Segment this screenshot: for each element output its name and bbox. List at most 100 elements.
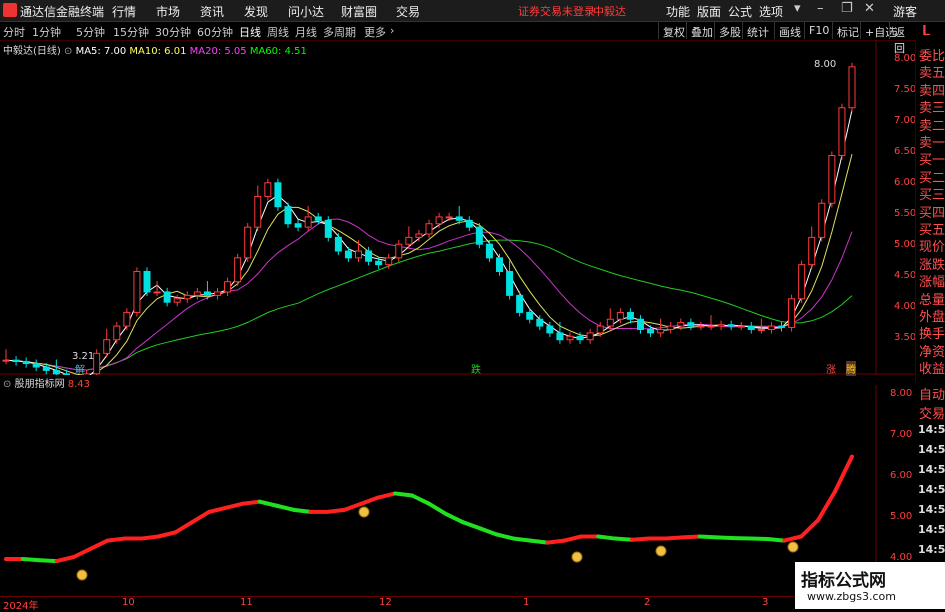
auto-button[interactable]: 自动 bbox=[919, 384, 945, 403]
period-daily[interactable]: 日线 bbox=[239, 24, 261, 40]
quote-item: 现价 bbox=[919, 236, 945, 255]
minimize-icon[interactable]: – bbox=[817, 1, 824, 16]
guest-login[interactable]: 游客 bbox=[893, 3, 917, 20]
menu-hangqing[interactable]: 行情 bbox=[112, 3, 136, 20]
title-stock-name: 中毅达 bbox=[593, 3, 626, 19]
candle-body bbox=[698, 326, 704, 327]
money-bag-icon[interactable] bbox=[572, 552, 582, 562]
tool-back[interactable]: 返回 bbox=[889, 22, 915, 39]
indicator-segment bbox=[158, 532, 175, 536]
candle-body bbox=[789, 299, 795, 328]
menu-gongneng[interactable]: 功能 bbox=[666, 3, 690, 20]
indicator-segment bbox=[327, 510, 344, 512]
marker-zhang[interactable]: 涨 bbox=[826, 361, 836, 376]
money-bag-icon[interactable] bbox=[359, 507, 369, 517]
tool-huaxian[interactable]: 画线 bbox=[774, 22, 805, 39]
indicator-segment bbox=[344, 504, 361, 510]
period-fenshi[interactable]: 分时 bbox=[3, 24, 25, 40]
candle-body bbox=[446, 217, 452, 218]
watermark-title: 指标公式网 bbox=[801, 566, 886, 591]
restore-icon[interactable]: ❐ bbox=[841, 1, 853, 16]
menu-caifuquan[interactable]: 财富圈 bbox=[341, 3, 377, 20]
candle-body bbox=[265, 183, 271, 197]
quote-item: 净资 bbox=[919, 341, 945, 360]
marker-die[interactable]: 跌 bbox=[471, 361, 481, 376]
candle-body bbox=[577, 336, 583, 339]
candle-body bbox=[597, 326, 603, 333]
candle-body bbox=[758, 329, 764, 330]
price-tick: 4.50 bbox=[894, 270, 916, 281]
trade-time: 14:56 bbox=[918, 463, 945, 476]
quote-item: 卖一 bbox=[919, 132, 945, 151]
money-bag-icon[interactable] bbox=[656, 546, 666, 556]
candle-body bbox=[305, 217, 311, 227]
period-30min[interactable]: 30分钟 bbox=[155, 24, 191, 40]
period-more[interactable]: 更多 bbox=[364, 24, 386, 40]
kline-chart[interactable] bbox=[0, 40, 915, 375]
candle-body bbox=[849, 67, 855, 108]
period-multi[interactable]: 多周期 bbox=[323, 24, 356, 40]
indicator-segment bbox=[74, 549, 91, 557]
chevron-right-icon[interactable]: › bbox=[390, 24, 394, 37]
candle-body bbox=[617, 312, 623, 319]
ma60-line bbox=[6, 240, 852, 370]
money-bag-icon[interactable] bbox=[77, 570, 87, 580]
tool-diejia[interactable]: 叠加 bbox=[686, 22, 717, 39]
indicator-segment bbox=[784, 537, 801, 541]
candle-body bbox=[507, 271, 513, 295]
candle-body bbox=[366, 251, 372, 261]
tool-biaoji[interactable]: 标记 bbox=[832, 22, 863, 39]
date-tick: 2024年 bbox=[3, 597, 38, 612]
menu-faxian[interactable]: 发现 bbox=[244, 3, 268, 20]
period-weekly[interactable]: 周线 bbox=[267, 24, 289, 40]
price-tick: 5.00 bbox=[894, 239, 916, 250]
indicator-segment bbox=[463, 522, 480, 528]
candle-body bbox=[718, 325, 724, 326]
candle-body bbox=[638, 319, 644, 329]
price-tick: 4.00 bbox=[894, 301, 916, 312]
money-bag-icon[interactable] bbox=[788, 542, 798, 552]
candle-body bbox=[587, 333, 593, 340]
indicator-tick: 5.00 bbox=[890, 511, 912, 522]
candle-body bbox=[134, 271, 140, 312]
candle-body bbox=[406, 237, 412, 244]
tool-fuquan[interactable]: 复权 bbox=[658, 22, 689, 39]
menu-jiaoyi[interactable]: 交易 bbox=[396, 3, 420, 20]
menu-banmian[interactable]: 版面 bbox=[697, 3, 721, 20]
candle-body bbox=[829, 156, 835, 204]
marker-jie[interactable]: 解 bbox=[75, 361, 85, 376]
period-60min[interactable]: 60分钟 bbox=[197, 24, 233, 40]
login-warning[interactable]: 证券交易未登录 bbox=[518, 3, 595, 19]
watermark-badge: 指标公式网 www.zbgs3.com bbox=[795, 562, 945, 609]
tool-tongji[interactable]: 统计 bbox=[742, 22, 773, 39]
marker-teng[interactable]: 腾 bbox=[846, 361, 856, 376]
candle-body bbox=[486, 244, 492, 258]
tool-f10[interactable]: F10 bbox=[804, 22, 833, 39]
quote-item: 买四 bbox=[919, 202, 945, 221]
indicator-chart[interactable] bbox=[0, 385, 915, 595]
window-menu-icon[interactable]: ▾ bbox=[794, 1, 801, 16]
tool-duogu[interactable]: 多股 bbox=[714, 22, 745, 39]
menu-zixun[interactable]: 资讯 bbox=[200, 3, 224, 20]
quote-item: 买一 bbox=[919, 149, 945, 168]
period-15min[interactable]: 15分钟 bbox=[113, 24, 149, 40]
candle-body bbox=[335, 237, 341, 251]
menu-xuanxiang[interactable]: 选项 bbox=[759, 3, 783, 20]
candle-body bbox=[658, 329, 664, 332]
period-5min[interactable]: 5分钟 bbox=[76, 24, 105, 40]
candle-body bbox=[627, 312, 633, 319]
menu-gongshi[interactable]: 公式 bbox=[728, 3, 752, 20]
menu-shichang[interactable]: 市场 bbox=[156, 3, 180, 20]
candle-body bbox=[325, 220, 331, 237]
quote-item: 买五 bbox=[919, 219, 945, 238]
close-icon[interactable]: ✕ bbox=[864, 1, 875, 16]
app-title: 通达信金融终端 bbox=[20, 3, 104, 20]
candle-body bbox=[668, 326, 674, 329]
period-monthly[interactable]: 月线 bbox=[295, 24, 317, 40]
panel-toggle[interactable]: L bbox=[923, 24, 930, 39]
candle-body bbox=[164, 292, 170, 302]
period-1min[interactable]: 1分钟 bbox=[32, 24, 61, 40]
menu-wenxiaoda[interactable]: 问小达 bbox=[288, 3, 324, 20]
indicator-segment bbox=[615, 539, 632, 540]
trade-button[interactable]: 交易 bbox=[919, 403, 945, 422]
